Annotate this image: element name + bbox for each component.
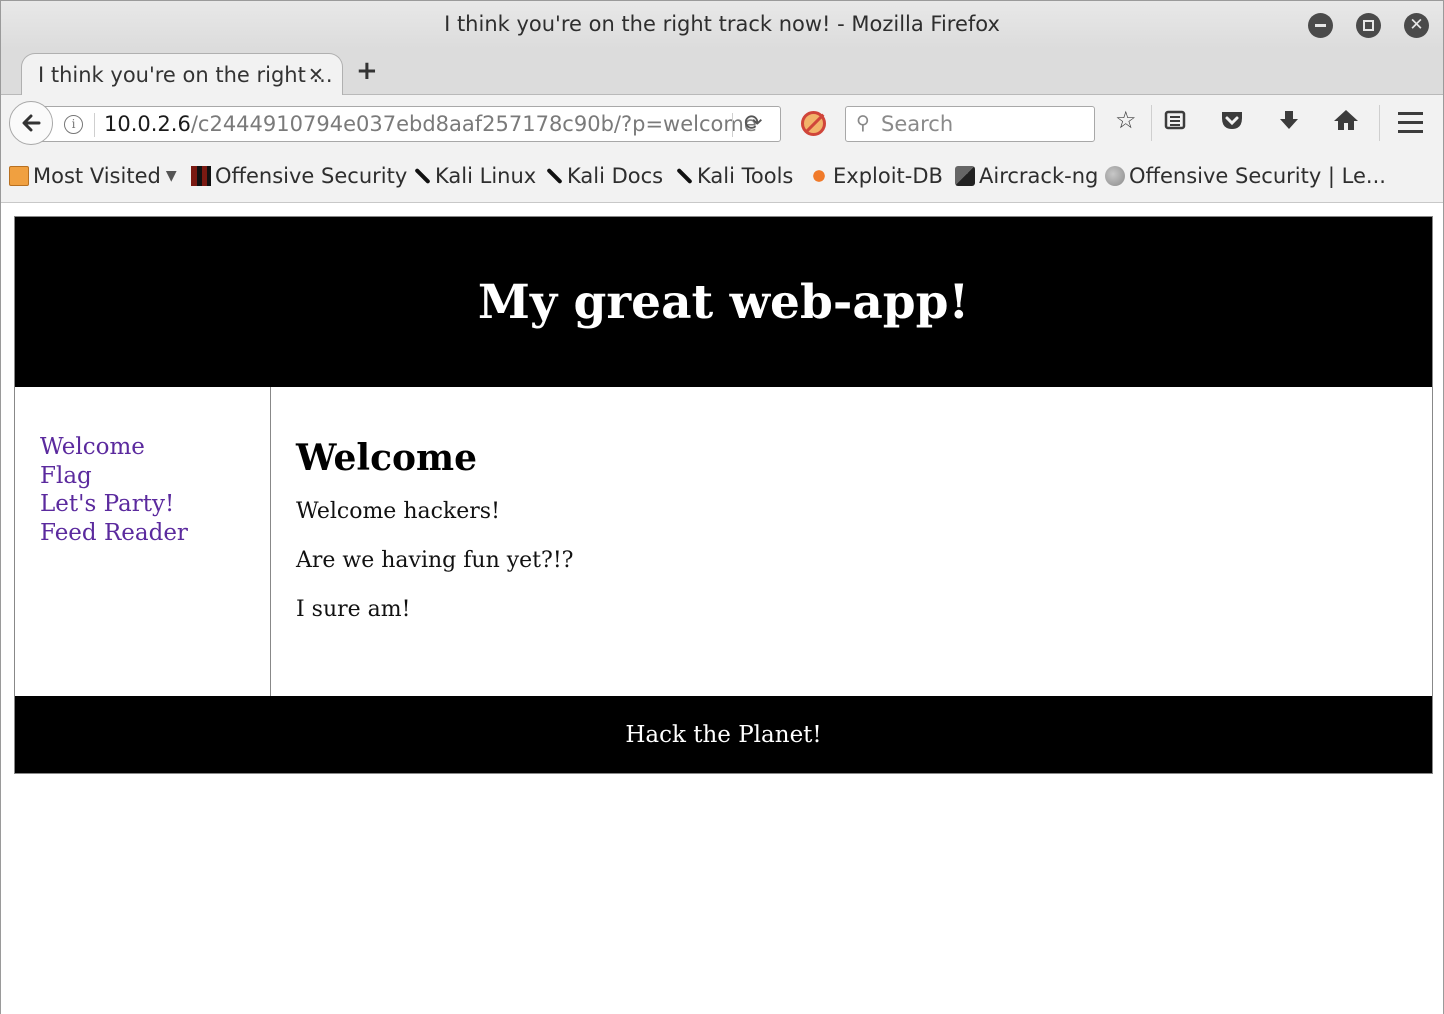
content-paragraph: Are we having fun yet?!? [296, 548, 574, 573]
tab-strip: I think you're on the right ... ✕ + [1, 49, 1443, 96]
close-window-button[interactable]: ✕ [1404, 13, 1429, 38]
content-paragraph: I sure am! [296, 597, 411, 622]
title-bar: I think you're on the right track now! -… [1, 1, 1443, 49]
bookmark-kali-tools[interactable]: Kali Tools [673, 164, 793, 188]
nav-link-lets-party[interactable]: Let's Party! [40, 490, 270, 519]
site-footer: Hack the Planet! [15, 696, 1432, 773]
folder-icon [9, 166, 29, 186]
search-placeholder: Search [881, 112, 954, 136]
window-title: I think you're on the right track now! -… [444, 12, 1000, 36]
download-arrow-icon [1280, 111, 1298, 129]
exploit-db-icon [809, 166, 829, 186]
bookmark-most-visited[interactable]: Most Visited ▼ [9, 164, 177, 188]
reload-icon[interactable]: ⟳ [744, 111, 762, 136]
home-icon[interactable] [1333, 108, 1359, 136]
new-tab-button[interactable]: + [356, 58, 378, 84]
menu-icon[interactable] [1398, 112, 1423, 134]
bookmark-offensive-security[interactable]: Offensive Security [191, 164, 407, 188]
site-title: My great web-app! [477, 274, 970, 330]
toolbar-divider [1379, 105, 1380, 141]
bookmark-label: Kali Linux [435, 164, 537, 188]
reading-list-icon[interactable] [1163, 108, 1187, 136]
page-heading: Welcome [296, 437, 478, 479]
bookmark-exploit-db[interactable]: Exploit-DB [809, 164, 943, 188]
bookmarks-toolbar: Most Visited ▼ Offensive Security Kali Li… [1, 153, 1443, 203]
kali-dragon-icon [411, 166, 431, 186]
pocket-icon[interactable] [1219, 108, 1245, 136]
tab-title: I think you're on the right ... [38, 63, 333, 87]
minimize-icon [1315, 24, 1326, 27]
toolbar-divider [1151, 105, 1152, 141]
library-icon [1164, 110, 1186, 130]
download-icon[interactable] [1277, 108, 1301, 136]
search-icon: ⚲ [856, 112, 870, 134]
nav-link-welcome[interactable]: Welcome [40, 433, 270, 462]
bookmark-label: Most Visited [33, 164, 161, 188]
maximize-button[interactable] [1356, 13, 1381, 38]
back-button[interactable] [9, 101, 53, 145]
kali-dragon-icon [673, 166, 693, 186]
chevron-down-icon: ▼ [165, 168, 177, 184]
nav-toolbar: i 10.0.2.6/c2444910794e037ebd8aaf257178c… [1, 95, 1443, 153]
page-viewport: My great web-app! Welcome Flag Let's Par… [1, 204, 1443, 1014]
url-host: 10.0.2.6 [104, 112, 191, 136]
kali-dragon-icon [543, 166, 563, 186]
bookmark-label: Aircrack-ng [979, 164, 1099, 188]
site-info-icon[interactable]: i [64, 115, 83, 134]
bookmark-label: Kali Tools [697, 164, 794, 188]
site-header: My great web-app! [15, 217, 1432, 387]
search-input[interactable]: ⚲ Search [845, 106, 1095, 142]
bookmark-aircrack-ng[interactable]: Aircrack-ng [955, 164, 1098, 188]
close-icon: ✕ [1409, 15, 1424, 35]
tab-close-icon[interactable]: ✕ [308, 64, 324, 86]
footer-text: Hack the Planet! [625, 721, 822, 748]
globe-icon [1105, 166, 1125, 186]
bookmark-label: Offensive Security [215, 164, 408, 188]
bookmark-offensive-security-le[interactable]: Offensive Security | Le... [1105, 164, 1386, 188]
bookmark-kali-docs[interactable]: Kali Docs [543, 164, 663, 188]
bookmark-kali-linux[interactable]: Kali Linux [411, 164, 536, 188]
content-paragraph: Welcome hackers! [296, 499, 500, 524]
bookmark-label: Offensive Security | Le... [1129, 164, 1386, 188]
bookmark-label: Kali Docs [567, 164, 664, 188]
nav-link-flag[interactable]: Flag [40, 462, 270, 491]
noscript-icon[interactable] [801, 111, 826, 136]
aircrack-icon [955, 166, 975, 186]
bookmark-label: Exploit-DB [833, 164, 943, 188]
bookmark-star-icon[interactable]: ☆ [1115, 108, 1137, 132]
minimize-button[interactable] [1308, 13, 1333, 38]
home-shape-icon [1334, 110, 1358, 130]
url-divider [94, 113, 95, 137]
url-divider [732, 113, 733, 137]
nav-link-feed-reader[interactable]: Feed Reader [40, 519, 270, 548]
site-main: Welcome Welcome hackers! Are we having f… [272, 387, 1432, 696]
pocket-shape-icon [1222, 112, 1242, 129]
offsec-icon [191, 166, 211, 186]
tab-active[interactable]: I think you're on the right ... ✕ [21, 53, 343, 96]
url-path: /c2444910794e037ebd8aaf257178c90b/?p=wel… [190, 112, 757, 136]
back-arrow-icon [22, 114, 41, 132]
site-container: My great web-app! Welcome Flag Let's Par… [14, 216, 1433, 774]
url-bar[interactable]: i 10.0.2.6/c2444910794e037ebd8aaf257178c… [39, 106, 781, 142]
url-text[interactable]: 10.0.2.6/c2444910794e037ebd8aaf257178c90… [104, 112, 757, 136]
site-sidebar: Welcome Flag Let's Party! Feed Reader [15, 387, 271, 696]
browser-window: I think you're on the right track now! -… [0, 0, 1444, 1014]
maximize-icon [1363, 20, 1374, 31]
